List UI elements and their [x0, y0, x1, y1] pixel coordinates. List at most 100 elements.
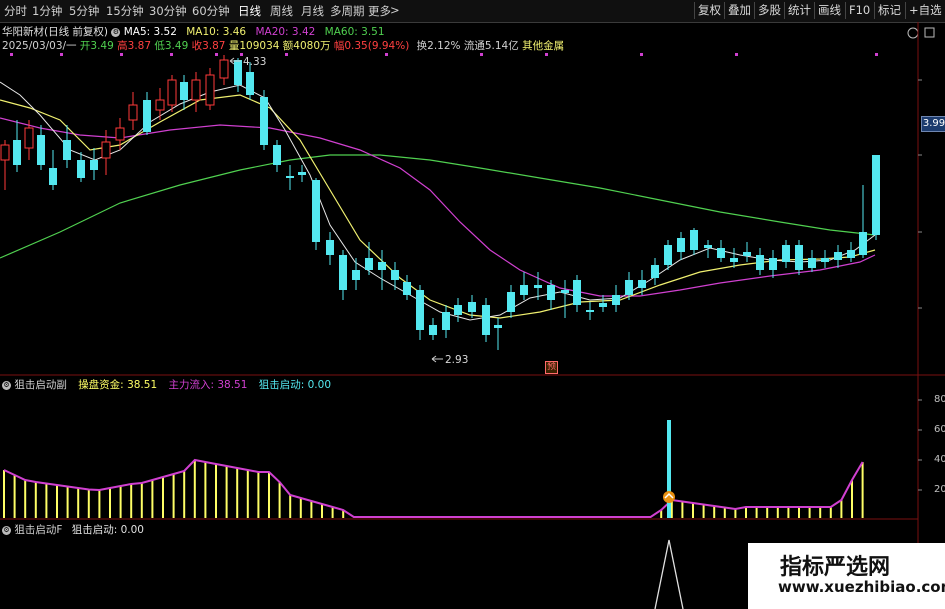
ma60-line [0, 154, 876, 259]
candle-body [599, 303, 607, 307]
candle-body [795, 245, 803, 270]
candle-body [403, 282, 411, 295]
candle-body [429, 325, 437, 335]
candle-body [13, 140, 21, 165]
candle-body [625, 280, 633, 295]
main-inflow-line [3, 458, 864, 518]
candle-body [743, 252, 751, 256]
candle-body [77, 160, 85, 178]
candle-body [234, 60, 242, 85]
candle-body [730, 258, 738, 262]
signal-dot [545, 53, 548, 56]
launch-spike-line [654, 539, 684, 609]
candle-body [808, 258, 816, 268]
indicator1-settings-icon[interactable]: ⚙ [2, 380, 11, 390]
candle-body [482, 305, 490, 335]
signal-dot [60, 53, 63, 56]
candle-body [63, 140, 71, 160]
candle-body [260, 97, 268, 145]
candle-body [561, 290, 569, 293]
indicator1-inflow: 主力流入: 38.51 [168, 379, 248, 391]
candle-body [416, 290, 424, 330]
pre-marker-badge[interactable]: 预 [545, 361, 559, 374]
candle-body [352, 270, 360, 280]
candle-body [298, 172, 306, 175]
indicator2-launch: 狙击启动: 0.00 [71, 524, 144, 536]
candle-body [286, 176, 294, 178]
candle-body [677, 238, 685, 252]
candle-body [664, 245, 672, 265]
signal-dot [215, 53, 218, 56]
axis-80: 80 [934, 394, 945, 405]
candle-body [586, 310, 594, 312]
low-marker [431, 355, 443, 363]
candle-body [717, 248, 725, 258]
candle-body [155, 99, 165, 111]
candle-body [49, 168, 57, 185]
candle-body [756, 255, 764, 270]
signal-dot [480, 53, 483, 56]
signal-dot [640, 53, 643, 56]
low-price-label: 2.93 [445, 354, 469, 366]
chart-canvas[interactable] [0, 0, 945, 609]
candle-body [143, 100, 151, 132]
candle-body [547, 285, 555, 300]
candle-body [312, 180, 320, 242]
current-price-tag: 3.99 [921, 116, 945, 132]
axis-40: 40 [934, 454, 945, 465]
candle-body [101, 141, 111, 159]
indicator1-capital: 操盘资金: 38.51 [78, 379, 158, 391]
signal-dot [285, 53, 288, 56]
signal-dot [170, 53, 173, 56]
candle-body [0, 144, 10, 161]
candle-body [205, 74, 215, 106]
candle-body [191, 79, 201, 101]
indicator2-header: ⚙ 狙击启动F 狙击启动: 0.00 [2, 522, 144, 537]
candle-body [339, 255, 347, 290]
candle-body [507, 292, 515, 312]
signal-dot [120, 53, 123, 56]
candle-body [128, 104, 138, 121]
launch-signal-bar [667, 420, 671, 518]
candle-body [454, 305, 462, 315]
candle-body [378, 262, 386, 270]
high-price-label: 4.33 [243, 56, 267, 68]
candle-body [638, 280, 646, 288]
candle-body [115, 127, 125, 141]
signal-dots [10, 53, 878, 56]
candle-body [821, 258, 829, 262]
candle-body [520, 285, 528, 295]
candle-body [859, 232, 867, 255]
window-controls [907, 27, 935, 39]
candle-body [494, 325, 502, 328]
signal-dot [735, 53, 738, 56]
candle-body [24, 127, 34, 149]
candle-body [534, 285, 542, 288]
candle-body [273, 145, 281, 165]
indicator1-name[interactable]: 狙击启动副 [14, 379, 67, 391]
candle-body [468, 302, 476, 312]
signal-dot [10, 53, 13, 56]
launch-signal-icon [663, 491, 675, 503]
candle-body [246, 72, 254, 95]
axis-20: 20 [934, 484, 945, 495]
candle-body [365, 258, 373, 270]
signal-dot [385, 53, 388, 56]
candle-body [326, 240, 334, 255]
axis-60: 60 [934, 424, 945, 435]
candle-body [769, 258, 777, 270]
candle-body [834, 252, 842, 260]
candle-body [90, 160, 98, 170]
indicator2-name[interactable]: 狙击启动F [14, 524, 62, 536]
watermark-title: 指标严选网 [780, 555, 891, 580]
indicator2-settings-icon[interactable]: ⚙ [2, 525, 11, 535]
candle-body [391, 270, 399, 280]
candle-body [612, 295, 620, 305]
indicator1-header: ⚙ 狙击启动副 操盘资金: 38.51 主力流入: 38.51 狙击启动: 0.… [2, 377, 331, 392]
indicator1-launch: 狙击启动: 0.00 [258, 379, 332, 391]
candle-body [167, 79, 177, 106]
candle-body [219, 59, 229, 79]
candle-body [782, 245, 790, 262]
candle-body [847, 250, 855, 258]
candle-body [690, 230, 698, 250]
